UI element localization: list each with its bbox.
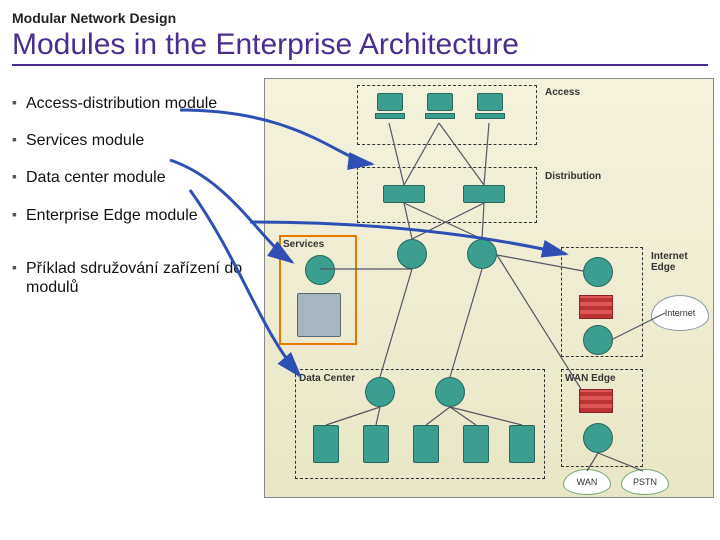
server-icon <box>509 425 535 463</box>
router-icon <box>397 239 427 269</box>
server-icon <box>463 425 489 463</box>
bullet-access-distribution: Access-distribution module <box>26 94 258 113</box>
switch-icon <box>463 185 505 203</box>
pc-icon <box>475 93 505 119</box>
server-icon <box>363 425 389 463</box>
firewall-icon <box>579 295 613 319</box>
label-access: Access <box>545 87 580 98</box>
router-icon <box>583 325 613 355</box>
bullet-enterprise-edge: Enterprise Edge module <box>26 206 258 225</box>
label-data-center: Data Center <box>299 373 355 384</box>
router-icon <box>583 423 613 453</box>
cloud-pstn: PSTN <box>621 469 669 495</box>
cloud-wan: WAN <box>563 469 611 495</box>
router-icon <box>435 377 465 407</box>
pc-icon <box>375 93 405 119</box>
label-wan-edge: WAN Edge <box>565 373 616 384</box>
label-distribution: Distribution <box>545 171 601 182</box>
label-internet-edge: Internet Edge <box>651 251 713 273</box>
firewall-icon <box>579 389 613 413</box>
router-icon <box>583 257 613 287</box>
server-icon <box>313 425 339 463</box>
router-icon <box>365 377 395 407</box>
pc-icon <box>425 93 455 119</box>
slide-title: Modules in the Enterprise Architecture <box>12 28 708 66</box>
cloud-internet: Internet <box>651 295 709 331</box>
network-diagram: Access Distribution Services Internet Ed… <box>264 78 714 498</box>
bullet-data-center: Data center module <box>26 168 258 187</box>
bullet-priklad: Příklad sdružování zařízení do modulů <box>26 259 258 297</box>
label-services: Services <box>283 239 324 250</box>
server-icon <box>413 425 439 463</box>
chassis-icon <box>297 293 341 337</box>
router-icon <box>467 239 497 269</box>
slide-kicker: Modular Network Design <box>12 10 708 26</box>
bullet-list: Access-distribution module Services modu… <box>4 78 264 498</box>
bullet-services: Services module <box>26 131 258 150</box>
switch-icon <box>383 185 425 203</box>
router-icon <box>305 255 335 285</box>
